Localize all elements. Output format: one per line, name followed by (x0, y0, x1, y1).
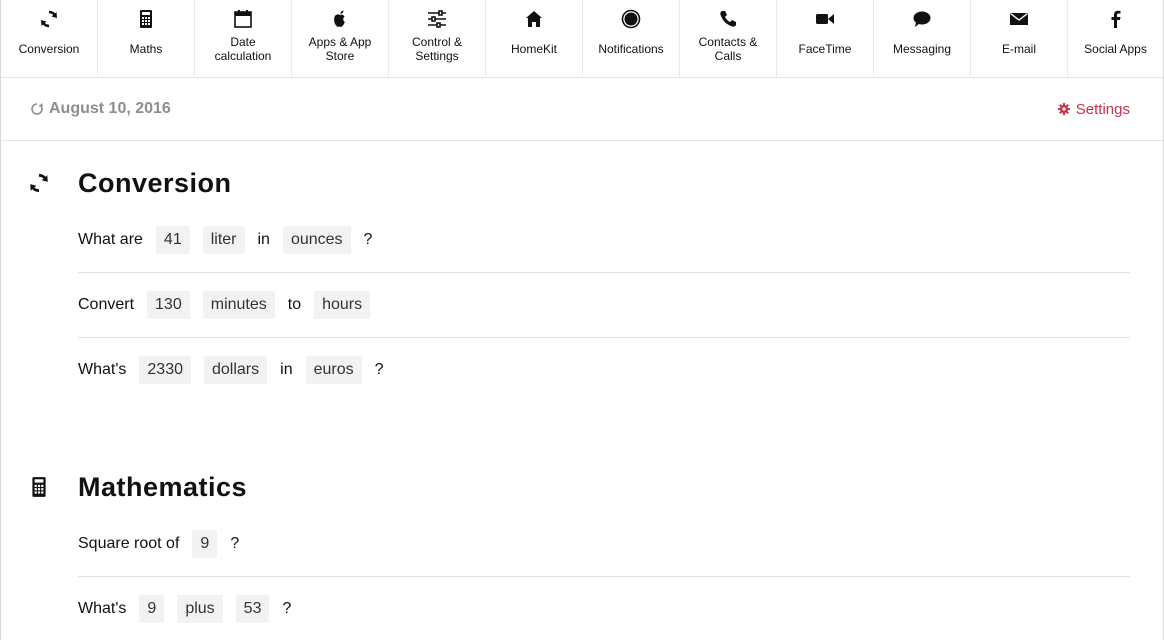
nav-item-maths[interactable]: Maths (98, 0, 195, 77)
unit-chip[interactable]: minutes (202, 291, 275, 319)
value-chip[interactable]: 41 (155, 226, 190, 254)
refresh-icon (28, 172, 50, 194)
record-circle-icon (620, 8, 642, 30)
nav-label: Notifications (598, 42, 664, 56)
nav-item-notifications[interactable]: Notifications (583, 0, 680, 77)
question-text: Convert (78, 296, 135, 313)
nav-item-conversion[interactable]: Conversion (1, 0, 98, 77)
unit-chip[interactable]: liter (202, 226, 245, 254)
nav-label: E-mail (1001, 42, 1036, 56)
value-chip[interactable]: 9 (139, 595, 165, 623)
value-chip[interactable]: 130 (147, 291, 190, 319)
nav-label: Control & Settings (411, 35, 463, 63)
settings-label: Settings (1075, 100, 1130, 118)
question-mark: ? (374, 361, 384, 378)
value-chip[interactable]: 9 (192, 530, 218, 558)
nav-item-apps-app-store[interactable]: Apps & App Store (292, 0, 389, 77)
connector-text: to (287, 296, 302, 313)
section-conversion: Conversion What are 41 liter in ounces ?… (1, 166, 1163, 402)
question-mark: ? (282, 600, 292, 617)
nav-item-date-calculation[interactable]: Date calculation (195, 0, 292, 77)
calendar-icon (232, 8, 254, 30)
nav-item-homekit[interactable]: HomeKit (486, 0, 583, 77)
nav-label: Apps & App Store (308, 35, 372, 63)
value-chip[interactable]: 53 (235, 595, 270, 623)
calculator-icon (135, 8, 157, 30)
value-chip[interactable]: 2330 (139, 356, 191, 384)
question-text: What's (78, 600, 127, 617)
question-text: Square root of (78, 535, 180, 552)
question-row: What are 41 liter in ounces ? (78, 208, 1130, 273)
unit-chip[interactable]: hours (314, 291, 371, 319)
refresh-icon (38, 8, 60, 30)
operator-chip[interactable]: plus (177, 595, 223, 623)
connector-text: in (280, 361, 293, 378)
current-date: August 10, 2016 (30, 100, 171, 118)
unit-chip[interactable]: euros (305, 356, 362, 384)
nav-item-messaging[interactable]: Messaging (874, 0, 971, 77)
question-text: What are (78, 231, 143, 248)
nav-label: Social Apps (1084, 42, 1147, 56)
speech-bubble-icon (911, 8, 933, 30)
unit-chip[interactable]: ounces (282, 226, 351, 254)
nav-label: HomeKit (510, 42, 557, 56)
nav-label: Messaging (892, 42, 952, 56)
section-title: Mathematics (78, 472, 248, 502)
question-row: What's 2330 dollars in euros ? (78, 338, 1130, 402)
home-icon (523, 8, 545, 30)
date-bar: August 10, 2016 Settings (1, 78, 1163, 141)
apple-icon (329, 8, 351, 30)
nav-item-social-apps[interactable]: Social Apps (1068, 0, 1163, 77)
connector-text: in (257, 231, 270, 248)
phone-icon (717, 8, 739, 30)
nav-item-facetime[interactable]: FaceTime (777, 0, 874, 77)
section-title: Conversion (78, 168, 232, 198)
question-mark: ? (363, 231, 373, 248)
question-row: Convert 130 minutes to hours (78, 273, 1130, 338)
app-frame: Conversion Maths Date calculation Apps &… (0, 0, 1164, 640)
question-row: What's 9 plus 53 ? (78, 577, 1130, 640)
settings-link[interactable]: Settings (1057, 100, 1130, 118)
nav-item-contacts-calls[interactable]: Contacts & Calls (680, 0, 777, 77)
unit-chip[interactable]: dollars (204, 356, 268, 384)
nav-label: Conversion (18, 42, 80, 56)
nav-label: FaceTime (798, 42, 852, 56)
nav-label: Date calculation (214, 35, 272, 63)
top-nav: Conversion Maths Date calculation Apps &… (1, 0, 1163, 78)
refresh-icon (31, 103, 43, 115)
date-text: August 10, 2016 (49, 100, 171, 117)
question-row: Square root of 9 ? (78, 512, 1130, 577)
nav-item-control-settings[interactable]: Control & Settings (389, 0, 486, 77)
section-mathematics: Mathematics Square root of 9 ? What's 9 … (1, 470, 1163, 640)
calculator-icon (28, 476, 50, 498)
question-text: What's (78, 361, 127, 378)
gear-icon (1057, 103, 1070, 115)
sliders-icon (426, 8, 448, 30)
nav-label: Maths (129, 42, 163, 56)
question-mark: ? (230, 535, 240, 552)
nav-item-email[interactable]: E-mail (971, 0, 1068, 77)
facebook-icon (1105, 8, 1127, 30)
nav-label: Contacts & Calls (698, 35, 758, 63)
envelope-icon (1008, 8, 1030, 30)
video-camera-icon (814, 8, 836, 30)
